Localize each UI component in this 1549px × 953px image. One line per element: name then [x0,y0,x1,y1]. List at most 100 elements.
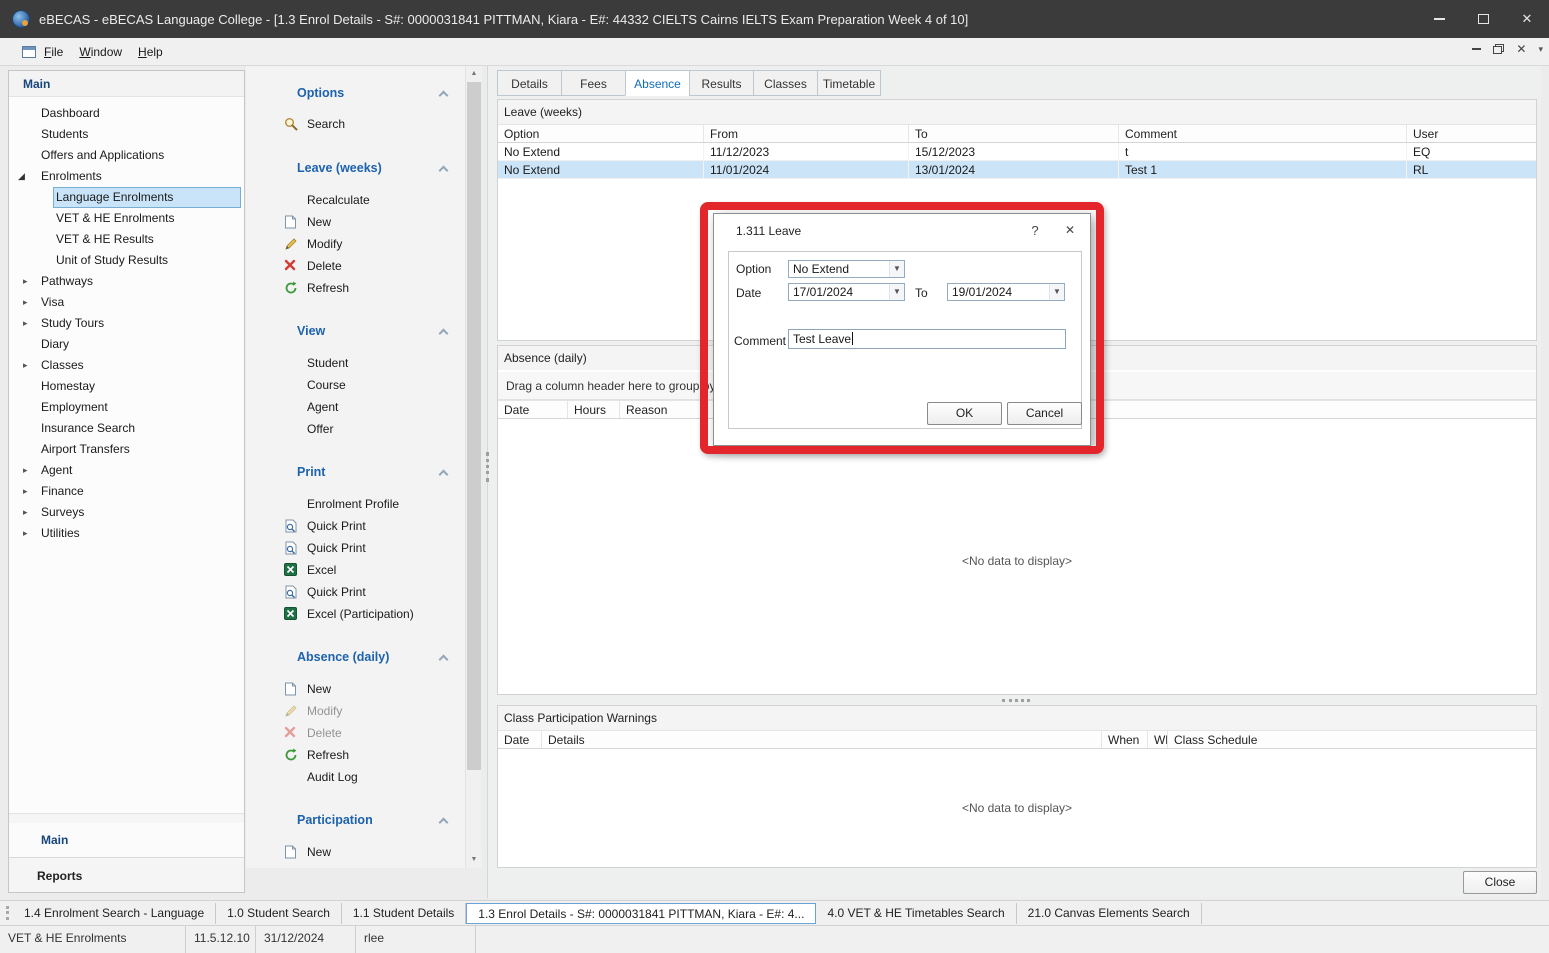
tree-collapsed-icon[interactable]: ▸ [23,481,28,502]
date-from-picker[interactable]: 17/01/2024 ▼ [788,283,905,301]
column-header-from[interactable]: From [704,125,909,142]
action-leave-refresh[interactable]: Refresh [246,278,465,298]
sidebar-item-students[interactable]: Students [9,124,244,145]
menu-window[interactable]: Window [71,38,130,66]
form-tab-student-search[interactable]: 1.0 Student Search [216,903,342,924]
column-header-details[interactable]: Details [542,731,1102,748]
action-absence-delete[interactable]: Delete [246,723,465,743]
mdi-overflow-icon[interactable]: ▾ [1538,44,1543,55]
action-excel[interactable]: Excel [246,560,465,580]
action-quick-print-1[interactable]: Quick Print [246,516,465,536]
menu-file[interactable]: File [36,38,71,66]
column-header-user[interactable]: User [1407,125,1536,142]
tab-results[interactable]: Results [689,70,753,96]
form-tab-enrolment-search[interactable]: 1.4 Enrolment Search - Language [13,903,216,924]
action-view-agent[interactable]: Agent [246,397,465,417]
sidebar-item-utilities[interactable]: ▸Utilities [9,523,244,544]
chevron-down-icon[interactable]: ▼ [889,261,904,277]
column-header-hours[interactable]: Hours [568,401,620,418]
column-header-when[interactable]: When [1102,731,1148,748]
date-to-picker[interactable]: 19/01/2024 ▼ [947,283,1065,301]
help-icon[interactable]: ? [1027,223,1043,238]
chevron-up-icon[interactable] [439,329,449,339]
tree-expanded-icon[interactable]: ◢ [18,166,25,187]
chevron-up-icon[interactable] [439,818,449,828]
sidebar-item-pathways[interactable]: ▸Pathways [9,271,244,292]
chevron-down-icon[interactable]: ▼ [889,284,904,300]
chevron-up-icon[interactable] [439,470,449,480]
sidebar-item-vet-he-results[interactable]: VET & HE Results [9,229,244,250]
sidebar-item-study-tours[interactable]: ▸Study Tours [9,313,244,334]
sidebar-section-main[interactable]: Main [9,823,244,857]
action-excel-participation[interactable]: Excel (Participation) [246,604,465,624]
form-tab-student-details[interactable]: 1.1 Student Details [342,903,466,924]
group-header-print[interactable]: Print [246,465,465,483]
action-absence-new[interactable]: New [246,679,465,699]
comment-input[interactable]: Test Leave [788,329,1066,349]
action-quick-print-3[interactable]: Quick Print [246,582,465,602]
action-leave-delete[interactable]: Delete [246,256,465,276]
sidebar-item-dashboard[interactable]: Dashboard [9,103,244,124]
action-view-offer[interactable]: Offer [246,419,465,439]
form-tab-enrol-details[interactable]: 1.3 Enrol Details - S#: 0000031841 PITTM… [466,903,816,924]
action-view-course[interactable]: Course [246,375,465,395]
sidebar-section-reports[interactable]: Reports [9,857,244,892]
action-leave-modify[interactable]: Modify [246,234,465,254]
sidebar-item-finance[interactable]: ▸Finance [9,481,244,502]
column-header-date[interactable]: Date [498,401,568,418]
sidebar-footer-divider[interactable] [9,813,244,823]
column-header-to[interactable]: To [909,125,1119,142]
chevron-up-icon[interactable] [439,91,449,101]
action-quick-print-2[interactable]: Quick Print [246,538,465,558]
tree-collapsed-icon[interactable]: ▸ [23,502,28,523]
action-participation-new[interactable]: New [246,842,465,862]
menu-help[interactable]: Help [130,38,171,66]
dialog-close-icon[interactable]: ✕ [1062,223,1078,237]
column-header-option[interactable]: Option [498,125,704,142]
sidebar-item-language-enrolments[interactable]: Language Enrolments [9,187,244,208]
leave-row[interactable]: No Extend 11/12/2023 15/12/2023 t EQ [498,143,1536,161]
tab-details[interactable]: Details [497,70,561,96]
chevron-up-icon[interactable] [439,655,449,665]
sidebar-item-homestay[interactable]: Homestay [9,376,244,397]
scrollbar-thumb[interactable] [467,82,481,770]
sidebar-item-airport-transfers[interactable]: Airport Transfers [9,439,244,460]
action-panel-scrollbar[interactable]: ▲ ▼ [465,66,481,868]
sidebar-item-enrolments[interactable]: ◢Enrolments [9,166,244,187]
action-view-student[interactable]: Student [246,353,465,373]
scroll-up-icon[interactable]: ▲ [466,66,482,82]
maximize-button[interactable] [1461,0,1505,38]
sidebar-item-offers-applications[interactable]: Offers and Applications [9,145,244,166]
option-select[interactable]: No Extend ▼ [788,260,905,278]
column-header-class-schedule[interactable]: Class Schedule [1168,731,1536,748]
chevron-down-icon[interactable]: ▼ [1049,284,1064,300]
group-header-participation[interactable]: Participation [246,813,465,831]
minimize-button[interactable] [1417,0,1461,38]
tab-classes[interactable]: Classes [753,70,817,96]
group-header-leave-weeks[interactable]: Leave (weeks) [246,161,465,179]
column-header-comment[interactable]: Comment [1119,125,1407,142]
group-header-absence-daily[interactable]: Absence (daily) [246,650,465,668]
tree-collapsed-icon[interactable]: ▸ [23,355,28,376]
sidebar-item-diary[interactable]: Diary [9,334,244,355]
tab-timetable[interactable]: Timetable [817,70,881,96]
action-leave-new[interactable]: New [246,212,465,232]
action-absence-modify[interactable]: Modify [246,701,465,721]
sidebar-item-unit-of-study-results[interactable]: Unit of Study Results [9,250,244,271]
mdi-minimize-icon[interactable] [1472,48,1481,50]
tree-collapsed-icon[interactable]: ▸ [23,460,28,481]
tab-fees[interactable]: Fees [561,70,625,96]
tree-collapsed-icon[interactable]: ▸ [23,523,28,544]
tree-collapsed-icon[interactable]: ▸ [23,313,28,334]
tree-collapsed-icon[interactable]: ▸ [23,292,28,313]
group-header-view[interactable]: View [246,324,465,342]
leave-row-selected[interactable]: No Extend 11/01/2024 13/01/2024 Test 1 R… [498,161,1536,179]
chevron-up-icon[interactable] [439,166,449,176]
form-tab-vet-he-timetables[interactable]: 4.0 VET & HE Timetables Search [816,903,1016,924]
group-header-options[interactable]: Options [246,86,465,104]
tab-absence[interactable]: Absence [625,70,689,96]
form-tab-canvas-elements[interactable]: 21.0 Canvas Elements Search [1017,903,1202,924]
sidebar-item-visa[interactable]: ▸Visa [9,292,244,313]
horizontal-splitter-grip[interactable] [1002,699,1030,702]
sidebar-item-classes[interactable]: ▸Classes [9,355,244,376]
